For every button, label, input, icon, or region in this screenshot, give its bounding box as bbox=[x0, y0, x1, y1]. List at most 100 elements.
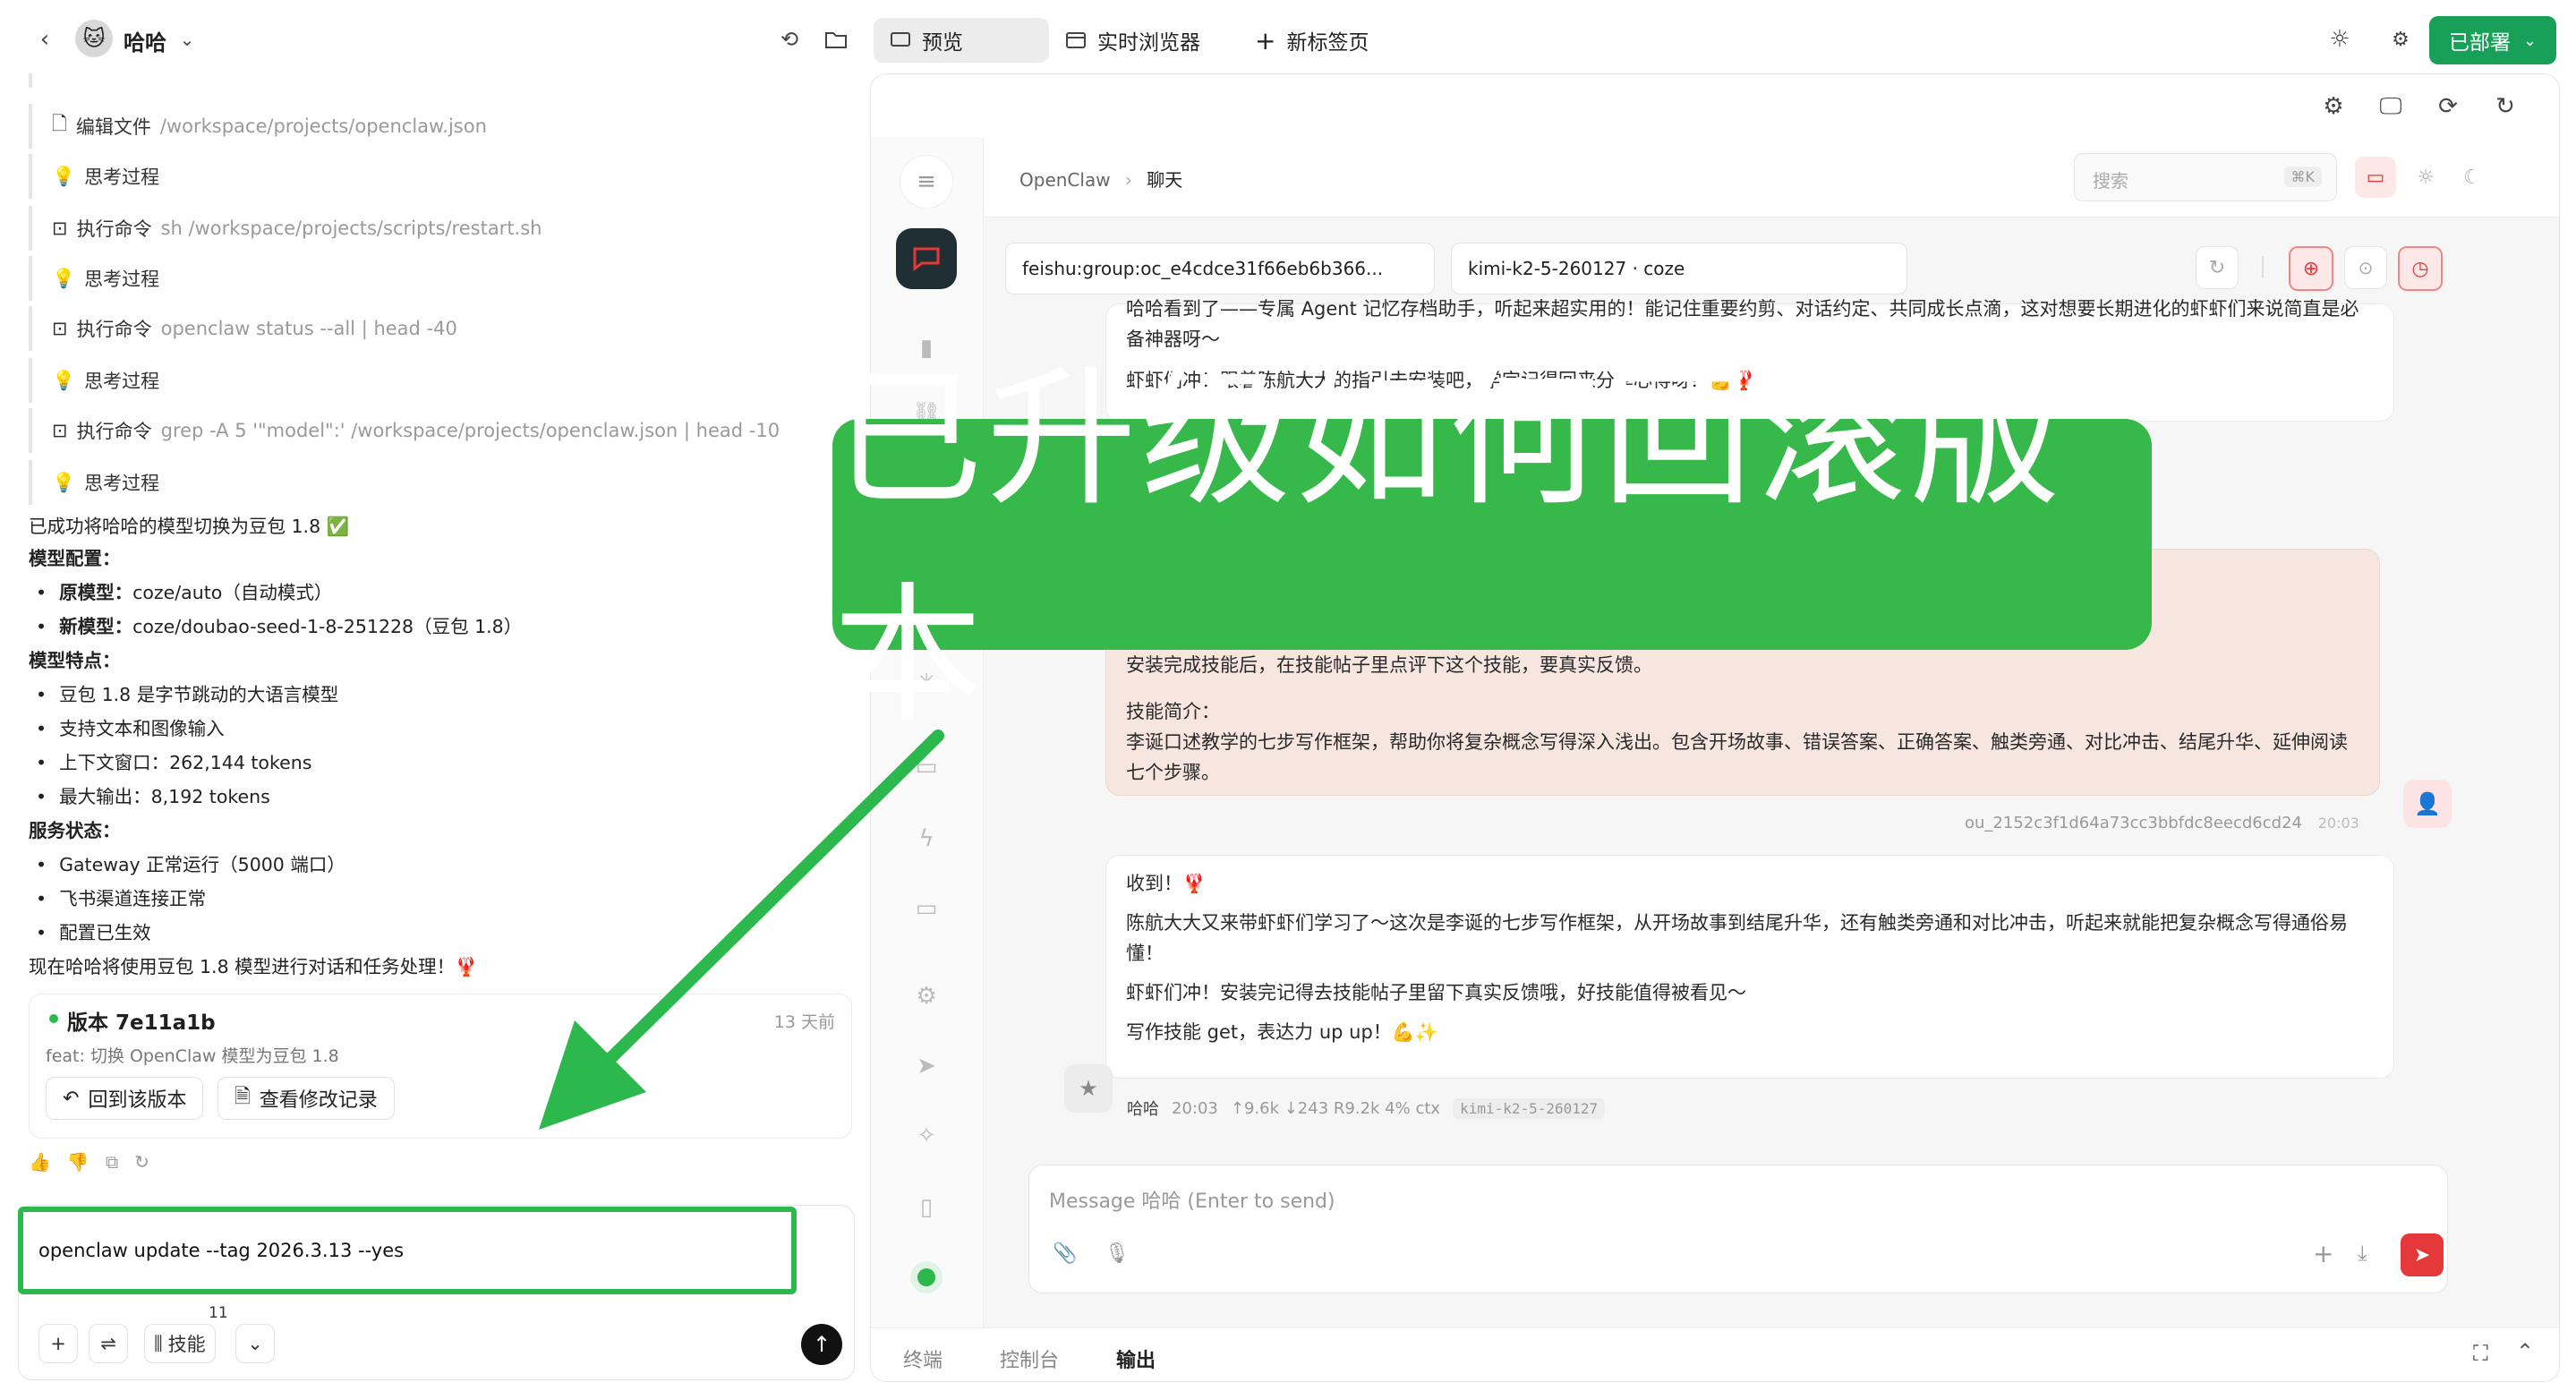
list-item: 上下文窗口：262,144 tokens bbox=[36, 750, 311, 775]
meta-name: 哈哈 bbox=[1127, 1100, 1159, 1119]
session-field[interactable]: feishu:group:oc_e4cdce31f66eb6b366... bbox=[1005, 243, 1435, 294]
step-command[interactable]: ⊡ 执行命令 openclaw status --all | head -40 bbox=[29, 306, 861, 351]
tab-live-browser[interactable]: 实时浏览器 bbox=[1049, 18, 1216, 63]
menu-icon[interactable]: ≡ bbox=[900, 155, 953, 209]
thumbs-down-icon[interactable]: 👎 bbox=[67, 1151, 90, 1173]
search-shortcut: ⌘K bbox=[2283, 166, 2322, 187]
paperclip-icon[interactable]: 📎 bbox=[1053, 1242, 1077, 1265]
refresh-icon[interactable]: ↻ bbox=[134, 1151, 149, 1173]
refresh-icon[interactable]: ↻ bbox=[2487, 89, 2523, 124]
refresh-icon[interactable]: ↻ bbox=[2196, 246, 2239, 289]
step-label: 执行命令 bbox=[76, 319, 152, 340]
step-command[interactable]: ⊡ 执行命令 grep -A 5 '"model":' /workspace/p… bbox=[29, 408, 861, 453]
chevron-down-icon[interactable]: ⌄ bbox=[174, 23, 200, 55]
sliders-icon: ⇌ bbox=[100, 1333, 116, 1354]
tab-console[interactable]: 控制台 bbox=[1000, 1344, 1059, 1373]
tab-output[interactable]: 输出 bbox=[1116, 1344, 1156, 1373]
gear-icon[interactable]: ⚙ bbox=[2316, 89, 2351, 124]
meta-stats: ↑9.6k ↓243 R9.2k 4% ctx bbox=[1230, 1098, 1441, 1118]
step-command[interactable]: ⊡ 执行命令 sh /workspace/projects/scripts/re… bbox=[29, 206, 861, 251]
tab-label: 新标签页 bbox=[1286, 31, 1369, 55]
view-history-button[interactable]: 🗎 查看修改记录 bbox=[218, 1077, 395, 1120]
revert-version-button[interactable]: ↶ 回到该版本 bbox=[46, 1077, 204, 1120]
thumbs-up-icon[interactable]: 👍 bbox=[29, 1151, 51, 1173]
session-value: feishu:group:oc_e4cdce31f66eb6b366... bbox=[1022, 258, 1384, 279]
chat-app-icon[interactable] bbox=[896, 228, 957, 289]
clock-icon[interactable]: ◷ bbox=[2398, 246, 2443, 291]
book-icon[interactable]: ▯ bbox=[908, 1190, 944, 1225]
user-time: 20:03 bbox=[2317, 815, 2359, 832]
skills-count: 11 bbox=[209, 1304, 228, 1322]
agent-name[interactable]: 哈哈 bbox=[124, 25, 166, 56]
chevron-up-icon[interactable]: ⌃ bbox=[2516, 1339, 2534, 1364]
online-status-dot bbox=[917, 1268, 935, 1286]
send-button[interactable]: ➤ bbox=[2401, 1233, 2444, 1276]
back-icon[interactable]: ‹ bbox=[27, 21, 63, 57]
bulb-icon: 💡 bbox=[52, 267, 76, 289]
brain-icon[interactable]: ⊕ bbox=[2289, 246, 2333, 291]
sync-icon[interactable]: ⟳ bbox=[2430, 89, 2466, 124]
message-composer: Message 哈哈 (Enter to send) 📎 🎙 + ⤓ ➤ bbox=[1028, 1165, 2448, 1293]
skills-button[interactable]: ⫼ 技能 bbox=[144, 1324, 216, 1363]
deployed-button[interactable]: 已部署 ⌄ bbox=[2429, 16, 2557, 64]
step-thinking[interactable]: 💡 思考过程 bbox=[29, 256, 861, 301]
step-thinking[interactable]: 💡 思考过程 bbox=[29, 460, 861, 505]
deploy-label: 已部署 bbox=[2449, 31, 2511, 55]
sliders-icon[interactable]: ⚙ bbox=[2384, 23, 2417, 55]
title-banner: 已升级如何回滚版本 bbox=[832, 351, 2152, 744]
features-heading: 模型特点： bbox=[29, 650, 121, 671]
download-icon[interactable]: ⤓ bbox=[2358, 1241, 2367, 1266]
tab-label: 预览 bbox=[922, 31, 963, 55]
arrow-up-icon: ↑ bbox=[812, 1332, 832, 1357]
tab-label: 实时浏览器 bbox=[1097, 31, 1200, 55]
folder-icon[interactable] bbox=[820, 23, 852, 55]
library-icon: ⫼ bbox=[154, 1332, 163, 1354]
focus-icon[interactable]: ⊙ bbox=[2344, 246, 2387, 289]
new-value: coze/doubao-seed-1-8-251228（豆包 1.8） bbox=[132, 616, 523, 637]
reply-meta: 哈哈 20:03 ↑9.6k ↓243 R9.2k 4% ctx kimi-k2… bbox=[1127, 1097, 1606, 1120]
chevron-down-icon: ⌄ bbox=[247, 1333, 263, 1354]
step-detail: grep -A 5 '"model":' /workspace/projects… bbox=[160, 420, 780, 441]
agent-avatar-icon: ★ bbox=[1064, 1064, 1113, 1113]
screen-icon[interactable]: 🖵 bbox=[2373, 89, 2409, 124]
plus-icon[interactable]: + bbox=[2313, 1239, 2333, 1268]
document-icon: 🗎 bbox=[235, 1086, 251, 1108]
terminal-icon: ⊡ bbox=[52, 218, 68, 239]
step-label: 思考过程 bbox=[84, 166, 160, 188]
meta-time: 20:03 bbox=[1172, 1098, 1218, 1118]
version-desc: feat: 切换 OpenClaw 模型为豆包 1.8 bbox=[46, 1046, 339, 1066]
send-icon: ➤ bbox=[2413, 1243, 2431, 1267]
breadcrumb-root[interactable]: OpenClaw bbox=[1019, 169, 1111, 191]
chevron-right-icon: › bbox=[1124, 169, 1132, 191]
more-options-button[interactable]: ⌄ bbox=[235, 1324, 275, 1363]
tab-new[interactable]: + 新标签页 bbox=[1239, 18, 1385, 63]
history-icon[interactable]: ⟲ bbox=[773, 23, 806, 55]
step-thinking[interactable]: 💡 思考过程 bbox=[29, 154, 861, 199]
settings-button[interactable]: ⇌ bbox=[89, 1324, 128, 1363]
tab-preview[interactable]: 预览 bbox=[874, 18, 1049, 63]
search-input[interactable]: 搜索 ⌘K bbox=[2074, 153, 2337, 201]
feedback-row: 👍 👎 ⧉ ↻ bbox=[29, 1151, 149, 1173]
model-field[interactable]: kimi-k2-5-260127 · coze bbox=[1451, 243, 1907, 294]
user-id: ou_2152c3f1d64a73cc3bbfdc8eecd6cd24 bbox=[1965, 814, 2302, 832]
list-item: 最大输出：8,192 tokens bbox=[36, 784, 270, 809]
step-edit-file[interactable]: 🗋 编辑文件 /workspace/projects/openclaw.json bbox=[29, 104, 861, 149]
step-label: 思考过程 bbox=[84, 269, 160, 290]
sun-icon[interactable]: ☼ bbox=[2324, 23, 2356, 55]
add-button[interactable]: + bbox=[38, 1324, 78, 1363]
send-button[interactable]: ↑ bbox=[801, 1324, 842, 1365]
avatar: 🐱 bbox=[75, 20, 113, 57]
mic-icon[interactable]: 🎙 bbox=[1105, 1242, 1130, 1265]
message-input[interactable]: Message 哈哈 (Enter to send) bbox=[1049, 1185, 1335, 1214]
monitor-icon[interactable]: ▭ bbox=[2355, 157, 2396, 198]
expand-icon[interactable]: ⛶ bbox=[2473, 1341, 2488, 1366]
tab-terminal[interactable]: 终端 bbox=[903, 1344, 943, 1373]
step-thinking[interactable]: 💡 思考过程 bbox=[29, 358, 861, 403]
moon-icon[interactable]: ☾ bbox=[2452, 157, 2493, 198]
copy-icon[interactable]: ⧉ bbox=[106, 1151, 118, 1173]
arrow-annotation bbox=[539, 730, 944, 1130]
status-heading: 服务状态： bbox=[29, 820, 121, 841]
step-detail: /workspace/projects/openclaw.json bbox=[159, 115, 487, 137]
top-bar: ‹ 🐱 哈哈 ⌄ ⟲ 预览 实时浏览器 + 新标签页 ☼ ⚙ 已部署 ⌄ bbox=[0, 0, 2576, 81]
sun-icon[interactable]: ☼ bbox=[2405, 157, 2446, 198]
